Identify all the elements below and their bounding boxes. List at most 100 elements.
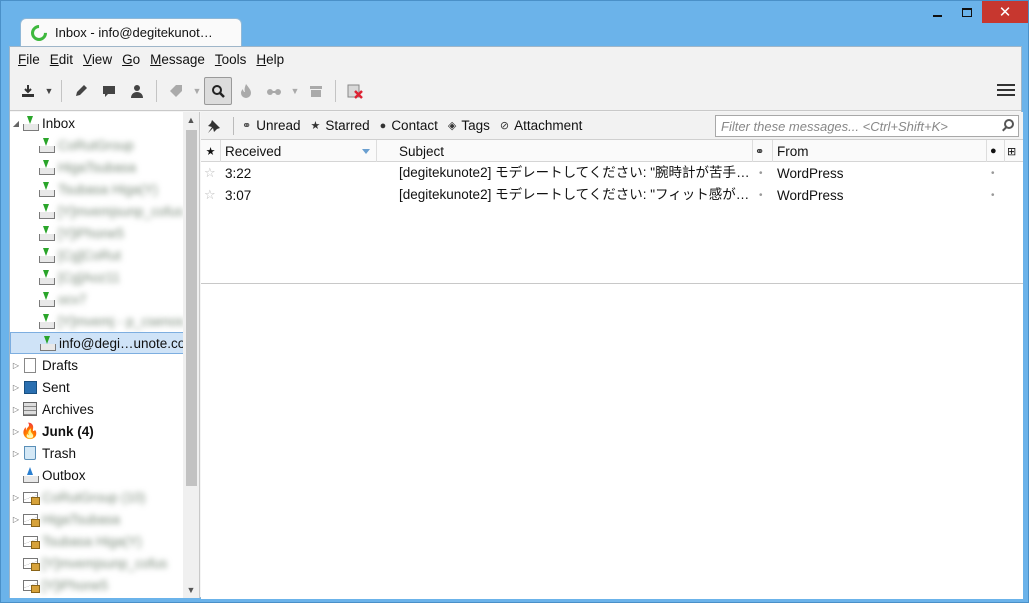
filter-contact-button[interactable]: ● Contact	[380, 118, 438, 133]
folder-label: Drafts	[42, 357, 79, 373]
folder-item[interactable]: info@degi…unote.com	[10, 332, 197, 354]
folder-pane: ◢ Inbox CoRutGroup HigaTsubasa Tsubasa Higa(…	[10, 112, 200, 598]
folder-item[interactable]: [Y]mvemj - p_csenos	[10, 310, 184, 332]
folder-item[interactable]: ▷ Trash	[10, 442, 184, 464]
expand-twisty-icon[interactable]: ▷	[10, 405, 22, 414]
app-body: FileEditViewGoMessageToolsHelp ▼ ▼	[9, 46, 1023, 599]
folder-item[interactable]: ▷ Archives	[10, 398, 184, 420]
folder-item[interactable]: [Y]iPhone5	[10, 222, 184, 244]
folder-item[interactable]: [Y]iPhone5	[10, 574, 184, 596]
archive-button[interactable]	[302, 77, 330, 105]
folder-icon-wrap	[22, 511, 40, 527]
junk-status-dot-icon[interactable]: •	[991, 184, 1001, 206]
message-pane: ⚭ Unread ★ Starred ● Contact ◈ Tags ⊘ Attachment …	[201, 112, 1023, 599]
folder-item[interactable]: Tsubasa Higa(Y)	[10, 178, 184, 200]
filter-attachment-button[interactable]: ⊘ Attachment	[500, 118, 583, 133]
column-correspondents-icon[interactable]: ⚭	[753, 140, 773, 162]
folder-item[interactable]: [Cg]Aoz11	[10, 266, 184, 288]
expand-twisty-icon[interactable]: ▷	[10, 449, 22, 458]
folder-item[interactable]: Outbox	[10, 464, 184, 486]
expand-twisty-icon[interactable]: ◢	[10, 119, 22, 128]
folder-item[interactable]: ◢ Inbox	[10, 112, 184, 134]
column-picker-icon[interactable]: ⊞	[1005, 140, 1023, 162]
inbox-folder-icon	[38, 137, 55, 153]
sticky-filter-button[interactable]	[207, 119, 221, 133]
expand-twisty-icon[interactable]: ▷	[10, 361, 22, 370]
folder-item[interactable]: ▷ CoRutGroup (10)	[10, 486, 184, 508]
scroll-down-icon[interactable]: ▼	[183, 582, 199, 598]
flame-icon	[241, 83, 251, 98]
scroll-up-icon[interactable]: ▲	[183, 112, 199, 128]
menu-edit[interactable]: Edit	[45, 52, 78, 67]
column-received[interactable]: Received	[221, 140, 377, 162]
conversation-dropdown[interactable]: ▼	[288, 77, 302, 105]
folder-item[interactable]: [Y]mvemjsunp_cofus	[10, 200, 184, 222]
expand-twisty-icon[interactable]: ▷	[10, 383, 22, 392]
filter-button-group: ⚭ Unread ★ Starred ● Contact ◈ Tags ⊘ Attachment	[242, 118, 592, 133]
message-from: WordPress	[777, 187, 844, 203]
menu-go[interactable]: Go	[117, 52, 145, 67]
column-subject[interactable]: Subject	[377, 140, 753, 162]
conversation-button[interactable]	[260, 77, 288, 105]
inbox-folder-icon	[38, 181, 55, 197]
folder-item[interactable]: ▷ Sent	[10, 376, 184, 398]
account-folder-icon	[22, 557, 40, 571]
star-toggle-icon[interactable]: ☆	[204, 184, 218, 206]
folder-label: Trash	[42, 445, 77, 461]
folder-item[interactable]: CoRutGroup	[10, 134, 184, 156]
column-junk-icon[interactable]: ●	[987, 140, 1005, 162]
folder-item[interactable]: ▷ Drafts	[10, 354, 184, 376]
archive-folder-icon	[23, 402, 37, 416]
menu-file[interactable]: File	[13, 52, 45, 67]
folder-icon-wrap	[38, 181, 55, 197]
folder-item[interactable]: ocv7	[10, 288, 184, 310]
quick-filter-button[interactable]	[204, 76, 232, 105]
tag-button[interactable]	[162, 77, 190, 105]
get-messages-dropdown[interactable]: ▼	[42, 77, 56, 105]
folder-item[interactable]: [Y]mvemjsunp_cofus	[10, 552, 184, 574]
folder-scrollbar[interactable]: ▲ ▼	[183, 112, 199, 598]
menu-view[interactable]: View	[78, 52, 117, 67]
write-button[interactable]	[67, 77, 95, 105]
get-messages-button[interactable]	[14, 77, 42, 105]
message-row[interactable]: ☆ 3:07 [degitekunote2] モデレートしてください: "フィット感…	[201, 184, 1023, 206]
filter-tags-button[interactable]: ◈ Tags	[448, 118, 490, 133]
expand-twisty-icon[interactable]: ▷	[10, 493, 22, 502]
minimize-button[interactable]	[922, 1, 952, 23]
close-button[interactable]: ✕	[982, 1, 1028, 23]
filter-messages-input[interactable]	[715, 115, 1019, 137]
menu-help[interactable]: Help	[251, 52, 289, 67]
sent-folder-icon	[23, 380, 37, 394]
folder-item[interactable]: ▷ 🔥 Junk (4)	[10, 420, 184, 442]
delete-button[interactable]	[341, 77, 369, 105]
account-folder-icon	[22, 513, 40, 527]
scrollbar-thumb[interactable]	[186, 130, 197, 486]
folder-label: ocv7	[58, 291, 87, 307]
filter-starred-button[interactable]: ★ Starred	[311, 118, 370, 133]
account-folder-icon	[22, 579, 40, 593]
star-toggle-icon[interactable]: ☆	[204, 162, 218, 184]
column-starred[interactable]: ★	[201, 140, 221, 162]
maximize-button[interactable]	[952, 1, 982, 23]
folder-item[interactable]: Tsubasa Higa(Y)	[10, 530, 184, 552]
chat-button[interactable]	[95, 77, 123, 105]
message-row[interactable]: ☆ 3:22 [degitekunote2] モデレートしてください: "腕時計が苦…	[201, 162, 1023, 184]
folder-icon-wrap	[22, 577, 40, 593]
menu-tools[interactable]: Tools	[210, 52, 252, 67]
junk-button[interactable]	[232, 77, 260, 105]
expand-twisty-icon[interactable]: ▷	[10, 515, 22, 524]
conversation-icon	[267, 88, 281, 95]
folder-item[interactable]: HigaTsubasa	[10, 156, 184, 178]
junk-status-dot-icon[interactable]: •	[991, 162, 1001, 184]
folder-item[interactable]: ▷ HigaTsubasa	[10, 508, 184, 530]
folder-icon-wrap	[38, 313, 55, 329]
tab-inbox[interactable]: Inbox - info@degitekunot…	[20, 18, 242, 46]
folder-item[interactable]: [Cg]CoRut	[10, 244, 184, 266]
column-from[interactable]: From	[773, 140, 987, 162]
address-book-button[interactable]	[123, 77, 151, 105]
filter-unread-button[interactable]: ⚭ Unread	[242, 118, 301, 133]
app-menu-button[interactable]	[997, 81, 1015, 99]
filter-button-label: Attachment	[514, 118, 583, 133]
tag-dropdown[interactable]: ▼	[190, 77, 204, 105]
menu-message[interactable]: Message	[145, 52, 210, 67]
